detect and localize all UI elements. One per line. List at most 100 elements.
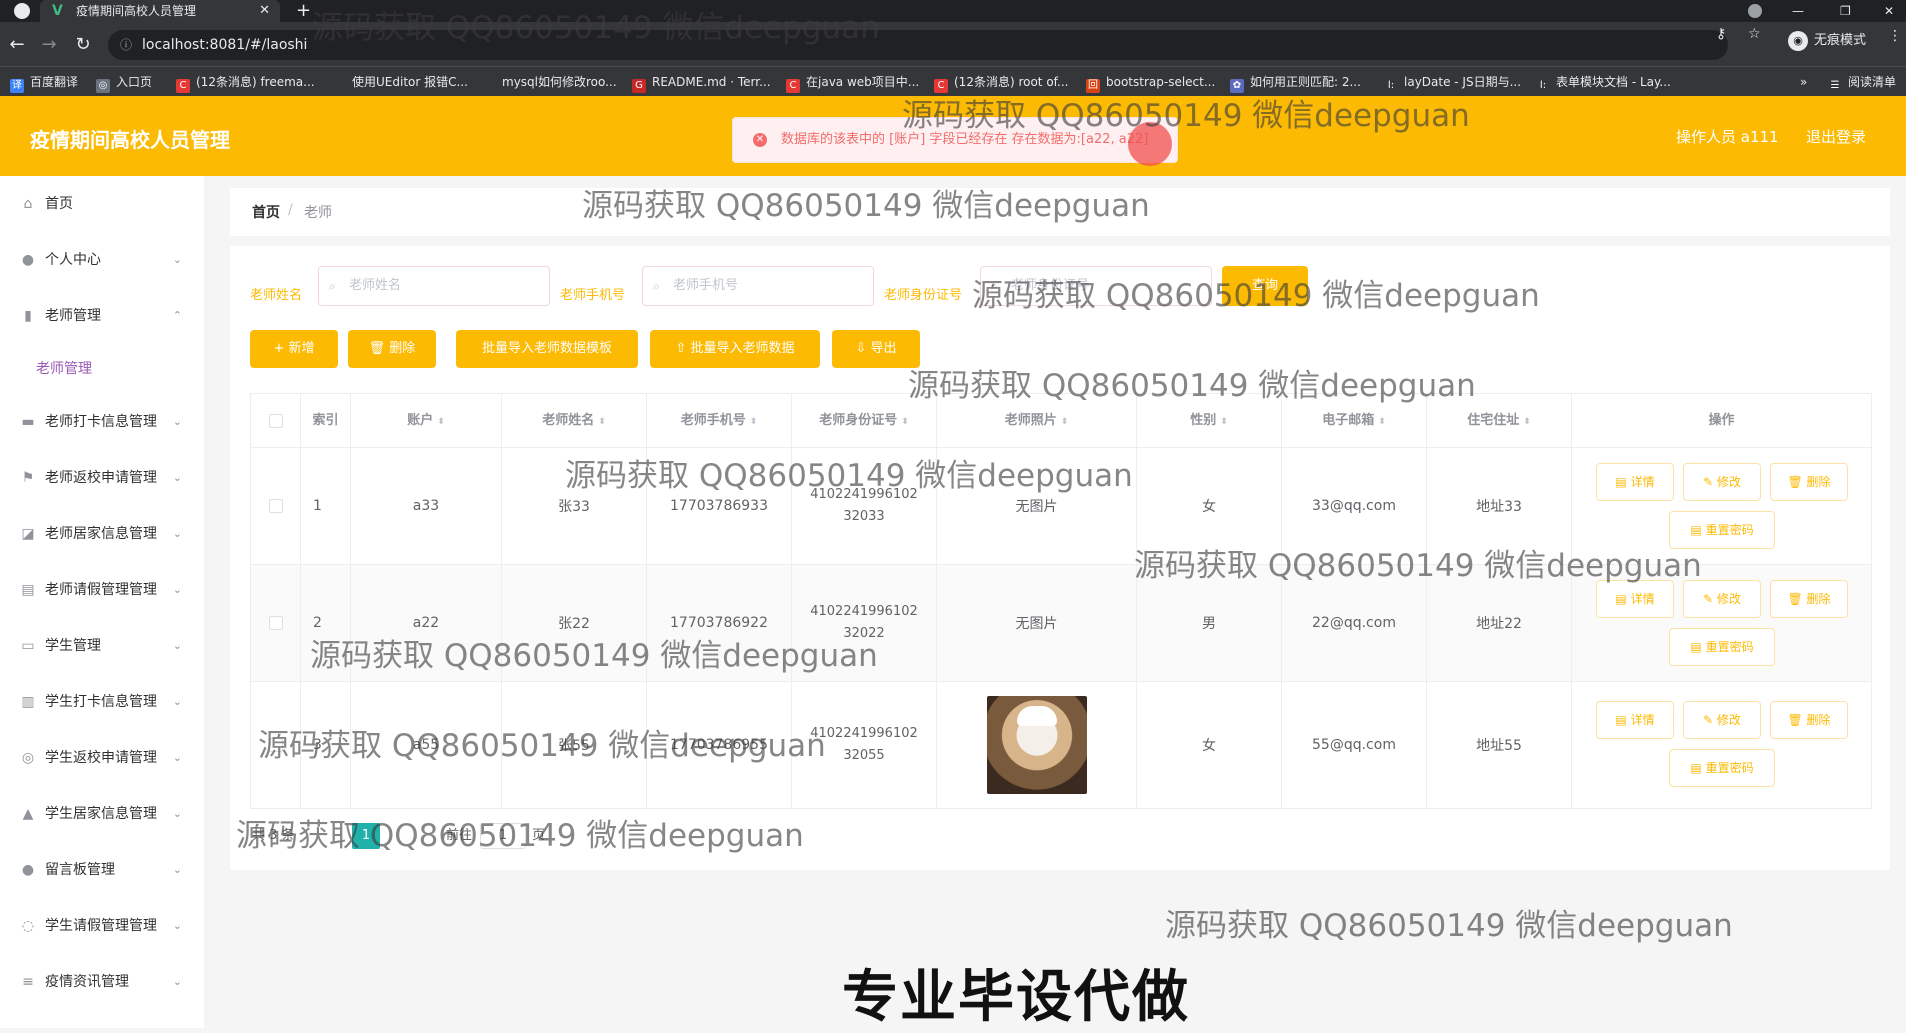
url-field[interactable]: ⓘ localhost:8081/#/laoshi (108, 30, 1728, 60)
menu-icon: ≡ (22, 974, 34, 990)
minimize-icon[interactable]: — (1792, 0, 1804, 22)
bookmark-item[interactable]: C 在java web项目中... (786, 73, 919, 93)
browser-tab[interactable]: V 疫情期间高校人员管理 ✕ (40, 0, 280, 22)
sidebar-item-student-leave[interactable]: ◌ 学生请假管理管理 ⌄ (0, 898, 204, 954)
reset-password-button[interactable]: ▤ 重置密码 (1669, 511, 1775, 549)
sidebar-item-teacher-return[interactable]: ⚑ 老师返校申请管理 ⌄ (0, 450, 204, 506)
reload-icon[interactable]: ↻ (72, 34, 94, 56)
teacher-phone-input[interactable]: ⌕ 老师手机号 (642, 266, 874, 306)
new-tab-button[interactable]: + (296, 0, 311, 22)
bookmark-item[interactable]: l: layDate - JS日期与... (1384, 73, 1521, 93)
bookmark-item[interactable]: C (12条消息) freema... (176, 73, 315, 93)
import-data-button[interactable]: ⇧ 批量导入老师数据 (650, 330, 820, 368)
select-all-checkbox[interactable] (268, 413, 283, 428)
column-header[interactable]: 老师手机号 ⬍ (647, 394, 792, 448)
bookmark-star-icon[interactable]: ☆ (1748, 26, 1761, 42)
bookmarks-more[interactable]: » (1800, 73, 1807, 91)
site-info-icon[interactable]: ⓘ (120, 30, 132, 60)
sidebar-item-teacher-management[interactable]: ▮ 老师管理 ⌃ (0, 288, 204, 344)
reset-password-button[interactable]: ▤ 重置密码 (1669, 749, 1775, 787)
column-header[interactable]: 住宅住址 ⬍ (1427, 394, 1572, 448)
browser-more-icon[interactable]: ⋮ (1888, 28, 1902, 44)
column-header[interactable]: 老师姓名 ⬍ (502, 394, 647, 448)
row-checkbox[interactable] (268, 499, 283, 513)
sidebar-item-teacher-leave[interactable]: ▤ 老师请假管理管理 ⌄ (0, 562, 204, 618)
teacher-id-input[interactable]: ⌕ 老师身份证号 (980, 266, 1212, 306)
row-checkbox[interactable] (268, 616, 283, 630)
bookmark-icon: ✿ (1230, 79, 1244, 93)
pager-page-suffix: 页 (532, 828, 546, 843)
id-number-cell: 410224199610232033 (792, 448, 937, 564)
sort-icon[interactable]: ⬍ (1220, 417, 1228, 427)
sort-icon[interactable]: ⬍ (1061, 417, 1069, 427)
bookmark-item[interactable]: 使用UEditor 报错C... (332, 73, 468, 91)
teacher-photo[interactable] (986, 696, 1087, 794)
sort-icon[interactable]: ⬍ (598, 417, 606, 427)
bookmark-item[interactable]: C (12条消息) root of... (934, 73, 1068, 93)
bookmark-item[interactable]: G README.md · Terr... (632, 73, 771, 93)
incognito-indicator[interactable]: ◉ 无痕模式 (1788, 28, 1866, 54)
forward-icon[interactable]: → (38, 34, 60, 56)
url-text: localhost:8081/#/laoshi (142, 37, 308, 53)
column-header[interactable]: 老师照片 ⬍ (937, 394, 1137, 448)
bookmark-item[interactable]: mysql如何修改roo... (482, 73, 617, 91)
logout-link[interactable]: 退出登录 (1806, 126, 1866, 147)
bookmark-item[interactable]: 回 bootstrap-select... (1086, 73, 1215, 93)
pager-current-page[interactable]: 1 (352, 823, 380, 849)
sidebar-subitem-teacher-management[interactable]: 老师管理 (0, 344, 204, 394)
back-icon[interactable]: ← (6, 34, 28, 56)
add-button[interactable]: + 新增 (250, 330, 338, 368)
bookmark-item[interactable]: l: 表单模块文档 - Lay... (1536, 73, 1671, 93)
row-delete-button[interactable]: 🗑 删除 (1770, 580, 1848, 618)
browser-menu-icon[interactable] (14, 3, 30, 19)
detail-button[interactable]: ▤ 详情 (1596, 701, 1674, 739)
sidebar-item-home[interactable]: ⌂ 首页 (0, 176, 204, 232)
pager-goto-input[interactable]: 1 (480, 823, 526, 849)
sidebar-item-profile[interactable]: ● 个人中心 ⌄ (0, 232, 204, 288)
column-header[interactable]: 性别 ⬍ (1137, 394, 1282, 448)
key-icon[interactable]: ⚷ (1716, 26, 1726, 42)
detail-button[interactable]: ▤ 详情 (1596, 580, 1674, 618)
sidebar-item-message-board[interactable]: ● 留言板管理 ⌄ (0, 842, 204, 898)
column-header[interactable]: 账户 ⬍ (351, 394, 502, 448)
search-button[interactable]: 查询 (1222, 266, 1308, 306)
sidebar-item-teacher-checkin[interactable]: ▬ 老师打卡信息管理 ⌄ (0, 394, 204, 450)
sort-icon[interactable]: ⬍ (901, 417, 909, 427)
row-checkbox[interactable] (268, 738, 283, 752)
sidebar-item-teacher-home[interactable]: ◪ 老师居家信息管理 ⌄ (0, 506, 204, 562)
sort-icon[interactable]: ⬍ (1523, 417, 1531, 427)
profile-icon[interactable] (1748, 4, 1762, 18)
teacher-name-input[interactable]: ⌕ 老师姓名 (318, 266, 550, 306)
column-header[interactable]: 老师身份证号 ⬍ (792, 394, 937, 448)
sort-icon[interactable]: ⬍ (437, 417, 445, 427)
close-window-icon[interactable]: ✕ (1884, 0, 1894, 22)
reset-password-button[interactable]: ▤ 重置密码 (1669, 628, 1775, 666)
reading-list[interactable]: ☰ 阅读清单 (1828, 73, 1896, 93)
bookmark-item[interactable]: 译百度翻译 (10, 73, 78, 93)
bookmark-item[interactable]: ◎ 入口页 (96, 73, 152, 93)
sidebar-item-student-home[interactable]: ▲ 学生居家信息管理 ⌄ (0, 786, 204, 842)
sort-icon[interactable]: ⬍ (1378, 417, 1386, 427)
import-template-button[interactable]: 批量导入老师数据模板 (456, 330, 638, 368)
row-delete-button[interactable]: 🗑 删除 (1770, 701, 1848, 739)
tab-close-icon[interactable]: ✕ (259, 0, 270, 22)
sort-icon[interactable]: ⬍ (750, 417, 758, 427)
delete-button[interactable]: 🗑 删除 (348, 330, 436, 368)
sidebar-item-epidemic-news[interactable]: ≡ 疫情资讯管理 ⌄ (0, 954, 204, 1010)
sidebar-item-student-return[interactable]: ◎ 学生返校申请管理 ⌄ (0, 730, 204, 786)
sidebar-item-student-checkin[interactable]: ▥ 学生打卡信息管理 ⌄ (0, 674, 204, 730)
edit-button[interactable]: ✎ 修改 (1683, 701, 1761, 739)
column-header-label: 索引 (312, 413, 339, 428)
index-cell: 1 (301, 448, 351, 564)
bookmark-item[interactable]: ✿ 如何用正则匹配: 2... (1230, 73, 1361, 93)
restore-icon[interactable]: ❐ (1840, 0, 1851, 22)
edit-button[interactable]: ✎ 修改 (1683, 463, 1761, 501)
sidebar-item-student-management[interactable]: ▭ 学生管理 ⌄ (0, 618, 204, 674)
column-header-label: 住宅住址 (1467, 413, 1520, 428)
edit-button[interactable]: ✎ 修改 (1683, 580, 1761, 618)
breadcrumb-home[interactable]: 首页 (252, 202, 280, 222)
export-button[interactable]: ⇩ 导出 (832, 330, 920, 368)
column-header[interactable]: 电子邮箱 ⬍ (1282, 394, 1427, 448)
detail-button[interactable]: ▤ 详情 (1596, 463, 1674, 501)
row-delete-button[interactable]: 🗑 删除 (1770, 463, 1848, 501)
